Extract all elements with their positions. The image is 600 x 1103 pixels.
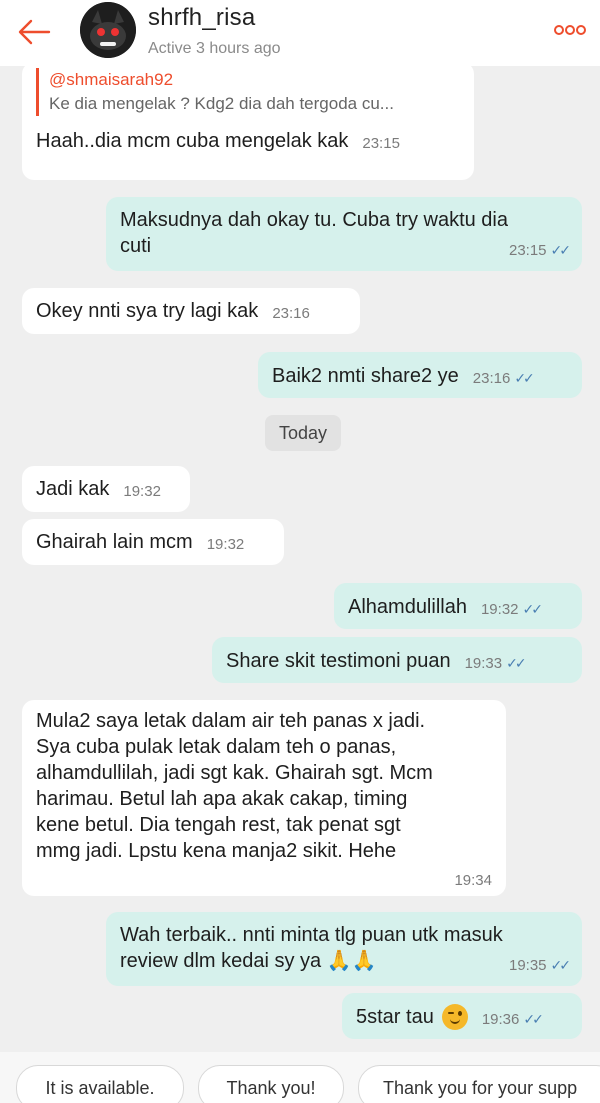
message-text-line: Maksudnya dah okay tu. Cuba try waktu di… xyxy=(120,209,508,231)
message-outgoing[interactable]: Share skit testimoni puan 19:33 ✓✓ xyxy=(212,637,582,683)
message-time: 19:36 xyxy=(481,1011,520,1028)
message-text: Ghairah lain mcm xyxy=(36,531,193,553)
praying-hands-icon: 🙏🙏 xyxy=(326,950,377,972)
quote-text: Ke dia mengelak ? Kdg2 dia dah tergoda c… xyxy=(49,94,394,113)
chat-username[interactable]: shrfh_risa xyxy=(148,4,255,32)
message-outgoing[interactable]: Baik2 nmti share2 ye 23:16 ✓✓ xyxy=(258,352,582,398)
message-outgoing[interactable]: Wah terbaik.. nnti minta tlg puan utk ma… xyxy=(106,912,582,986)
message-time: 19:33 xyxy=(464,655,503,672)
message-text-line: mmg jadi. Lpstu kena manja2 sikit. Hehe xyxy=(36,840,397,862)
message-text: Share skit testimoni puan xyxy=(226,650,451,672)
message-text-line: cuti xyxy=(120,235,152,257)
quick-reply-bar: It is available. Thank you! Thank you fo… xyxy=(0,1052,600,1103)
message-text-line: review dlm kedai sy ya xyxy=(120,950,322,972)
message-time: 19:32 xyxy=(206,536,245,553)
avatar[interactable] xyxy=(80,2,136,58)
message-text: Jadi kak xyxy=(36,478,110,500)
more-options-button[interactable] xyxy=(552,18,588,42)
chat-header: shrfh_risa Active 3 hours ago xyxy=(0,0,600,66)
message-incoming[interactable]: Mula2 saya letak dalam air teh panas x j… xyxy=(22,700,506,896)
message-text-line: Wah terbaik.. nnti minta tlg puan utk ma… xyxy=(120,924,503,946)
read-receipt-icon: ✓✓ xyxy=(522,601,544,617)
read-receipt-icon: ✓✓ xyxy=(514,370,535,386)
message-text-line: Sya cuba pulak letak dalam teh o panas, xyxy=(36,736,397,758)
message-outgoing[interactable]: 5star tau 19:36 ✓✓ xyxy=(342,993,582,1039)
quick-reply-button[interactable]: Thank you! xyxy=(198,1065,344,1103)
message-text: Alhamdulillah xyxy=(348,596,467,618)
message-outgoing[interactable]: Alhamdulillah 19:32 ✓✓ xyxy=(334,583,582,629)
message-incoming[interactable]: @shmaisarah92 Ke dia mengelak ? Kdg2 dia… xyxy=(22,62,474,180)
message-text: 5star tau xyxy=(356,1006,434,1028)
message-text-line: kene betul. Dia tengah rest, tak penat s… xyxy=(36,814,401,836)
message-time: 23:16 xyxy=(472,370,511,387)
arrow-left-icon xyxy=(18,19,51,45)
read-receipt-icon: ✓✓ xyxy=(506,655,527,671)
avatar-image xyxy=(80,2,136,58)
message-time: 19:34 xyxy=(454,872,492,889)
read-receipt-icon: ✓✓ xyxy=(523,1011,544,1027)
message-time: 19:32 xyxy=(123,483,161,500)
message-text: Baik2 nmti share2 ye xyxy=(272,365,459,387)
quick-reply-button[interactable]: It is available. xyxy=(16,1065,184,1103)
message-incoming[interactable]: Ghairah lain mcm 19:32 xyxy=(22,519,284,565)
date-separator: Today xyxy=(265,415,341,451)
more-options-icon xyxy=(554,25,586,35)
message-text-line: Mula2 saya letak dalam air teh panas x j… xyxy=(36,710,426,732)
quoted-message[interactable]: @shmaisarah92 Ke dia mengelak ? Kdg2 dia… xyxy=(36,68,460,116)
message-time: 23:15 xyxy=(362,135,400,152)
message-text: Okey nnti sya try lagi kak xyxy=(36,300,259,322)
message-text: Haah..dia mcm cuba mengelak kak xyxy=(36,130,349,152)
message-text-line: harimau. Betul lah apa akak cakap, timin… xyxy=(36,788,408,810)
message-time: 23:15 xyxy=(508,242,547,259)
active-status: Active 3 hours ago xyxy=(148,40,281,57)
message-text-line: alhamdullilah, jadi sgt kak. Ghairah sgt… xyxy=(36,762,433,784)
message-time: 23:16 xyxy=(272,305,310,322)
message-time: 19:35 xyxy=(508,957,547,974)
message-time: 19:32 xyxy=(480,601,519,618)
message-incoming[interactable]: Jadi kak 19:32 xyxy=(22,466,190,512)
message-outgoing[interactable]: Maksudnya dah okay tu. Cuba try waktu di… xyxy=(106,197,582,271)
quick-reply-button[interactable]: Thank you for your supp xyxy=(358,1065,600,1103)
quote-author: @shmaisarah92 xyxy=(49,70,174,89)
message-incoming[interactable]: Okey nnti sya try lagi kak 23:16 xyxy=(22,288,360,334)
read-receipt-icon: ✓✓ xyxy=(550,957,572,973)
read-receipt-icon: ✓✓ xyxy=(550,242,572,258)
back-button[interactable] xyxy=(14,14,54,50)
winking-face-icon xyxy=(441,1004,468,1030)
